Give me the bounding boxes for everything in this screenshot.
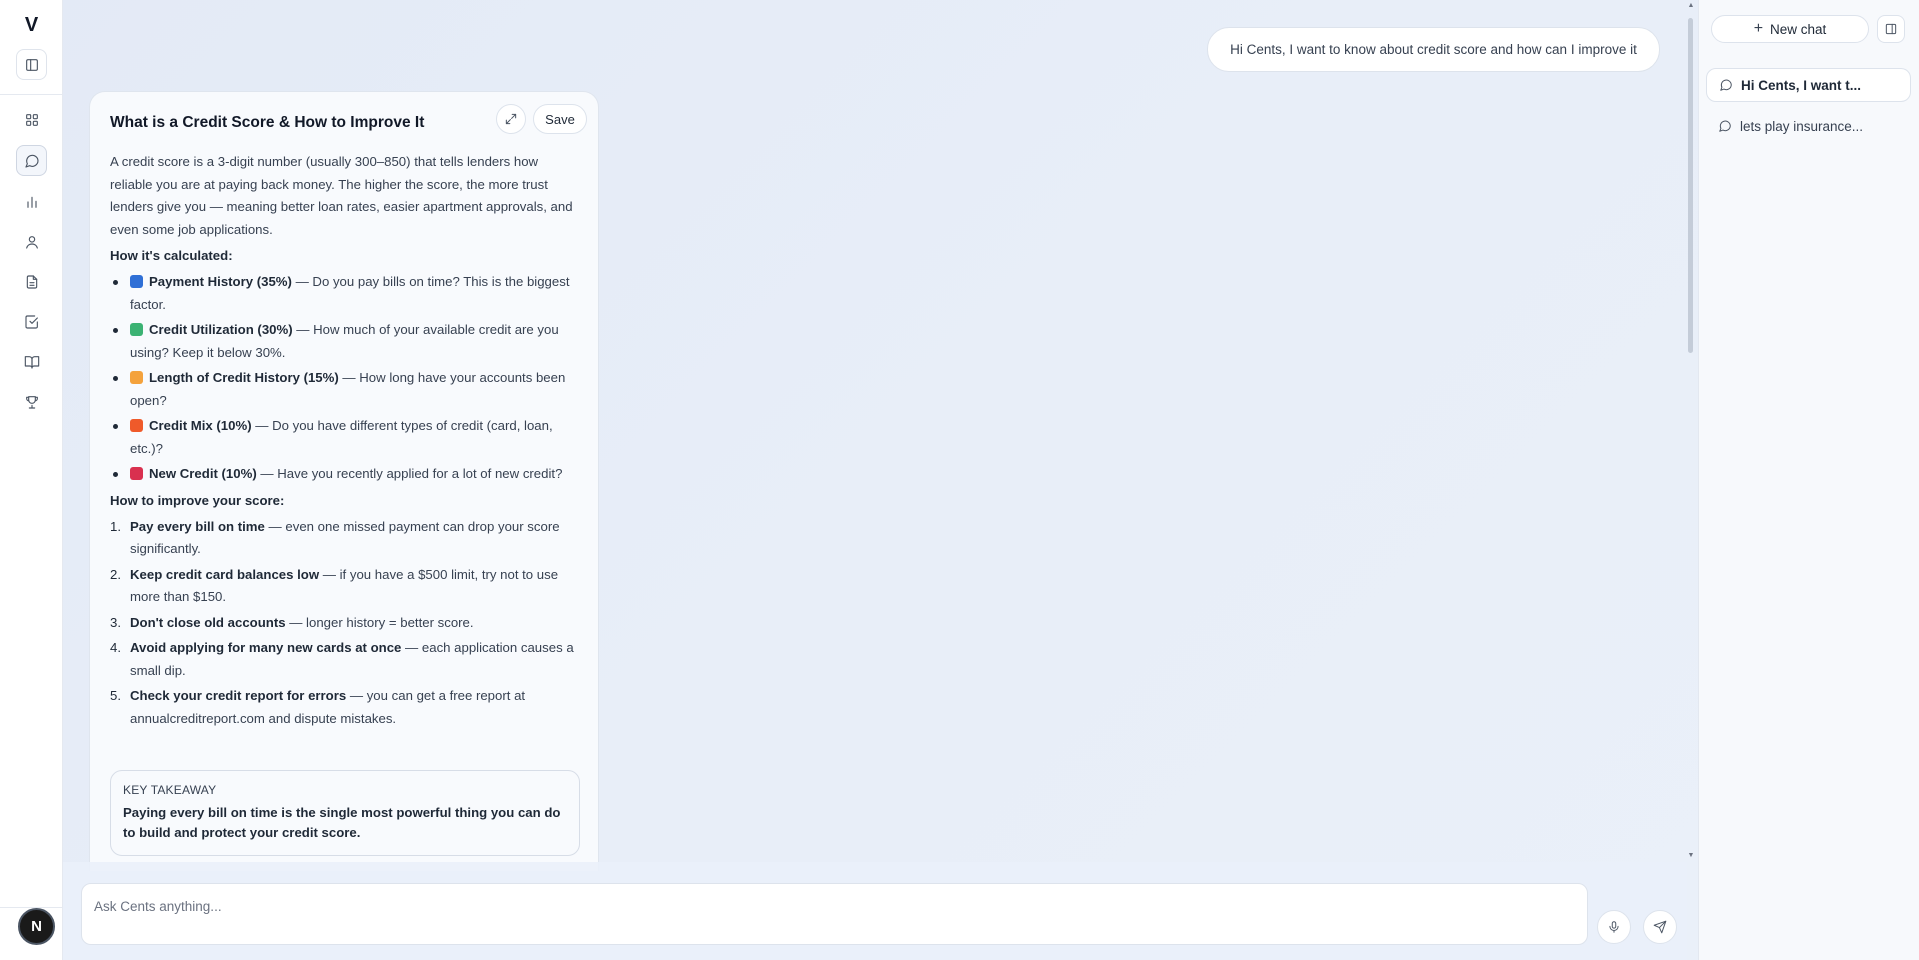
green-square-icon [130, 323, 143, 336]
improve-heading: How to improve your score: [110, 492, 285, 508]
takeaway-label: KEY TAKEAWAY [123, 783, 217, 797]
sidebar-toggle-button[interactable] [16, 49, 47, 80]
maximize-icon [505, 113, 517, 125]
file-text-icon [26, 274, 37, 289]
trophy-icon [25, 395, 38, 409]
scroll-up-arrow-icon[interactable]: ▲ [1687, 2, 1695, 9]
step-title: Keep credit card balances low [130, 566, 320, 582]
step-title: Avoid applying for many new cards at onc… [130, 640, 402, 655]
collapse-panel-button[interactable] [1877, 15, 1905, 43]
card-body: A credit score is a 3-digit number (usua… [110, 151, 580, 733]
grid-icon [25, 113, 38, 126]
app-logo[interactable]: V [0, 14, 63, 37]
tasks-nav-button[interactable] [16, 306, 47, 337]
scroll-thumb[interactable] [1688, 18, 1693, 353]
chat-history-item[interactable]: lets play insurance... [1706, 109, 1911, 143]
check-square-icon [24, 314, 38, 329]
user-avatar[interactable]: N [18, 908, 55, 945]
microphone-icon [1609, 921, 1619, 933]
list-item: 5. Check your credit report for errors — … [110, 685, 580, 730]
list-item: 2. Keep credit card balances low — if you… [110, 564, 580, 609]
step-number: 5. [110, 688, 121, 703]
list-item: 1. Pay every bill on time — even one miss… [110, 516, 580, 561]
key-takeaway-box: KEY TAKEAWAY Paying every bill on time i… [110, 770, 580, 856]
list-item: Credit Utilization (30%) — How much of y… [110, 319, 580, 364]
red-orange-square-icon [130, 419, 143, 432]
step-title: Check your credit report for errors [130, 688, 347, 703]
expand-button[interactable] [496, 104, 526, 134]
takeaway-text: Paying every bill on time is the single … [123, 805, 561, 840]
list-item: 4. Avoid applying for many new cards at o… [110, 637, 580, 682]
left-rail: V N [0, 0, 63, 960]
message-circle-icon [24, 154, 39, 168]
send-icon [1653, 920, 1667, 934]
factor-name: Length of Credit History (15%) [149, 370, 339, 385]
list-item: Credit Mix (10%) — Do you have different… [110, 415, 580, 460]
red-square-icon [130, 467, 143, 480]
chat-scrollbar[interactable]: ▲ ▼ [1686, 0, 1696, 862]
step-number: 3. [110, 614, 121, 630]
list-item: Length of Credit History (15%) — How lon… [110, 367, 580, 412]
step-desc: — longer history = better score. [285, 614, 474, 630]
new-chat-button[interactable]: + New chat [1711, 15, 1869, 43]
dashboard-nav-button[interactable] [16, 104, 47, 135]
message-circle-icon [1719, 120, 1731, 132]
card-title: What is a Credit Score & How to Improve … [110, 114, 425, 131]
steps-list: 1. Pay every bill on time — even one miss… [110, 516, 580, 731]
new-chat-label: New chat [1770, 21, 1827, 37]
chat-history-panel: + New chat Hi Cents, I want t... lets pl… [1698, 0, 1919, 960]
calc-heading: How it's calculated: [110, 248, 233, 263]
message-input[interactable] [94, 896, 1574, 916]
factor-desc: — Have you recently applied for a lot of… [256, 466, 563, 481]
factor-name: New Credit (10%) [149, 466, 257, 481]
step-number: 1. [110, 518, 121, 534]
chat-history-item[interactable]: Hi Cents, I want t... [1706, 68, 1911, 102]
profile-nav-button[interactable] [16, 226, 47, 257]
learn-nav-button[interactable] [16, 346, 47, 377]
user-message-bubble: Hi Cents, I want to know about credit sc… [1207, 27, 1660, 72]
bar-chart-icon [26, 196, 37, 208]
scroll-down-arrow-icon[interactable]: ▼ [1687, 852, 1695, 859]
panel-left-icon [25, 58, 38, 71]
analytics-nav-button[interactable] [16, 186, 47, 217]
list-item: 3. Don't close old accounts — longer hist… [110, 612, 580, 635]
book-open-icon [24, 355, 39, 369]
save-button[interactable]: Save [533, 104, 587, 134]
step-number: 2. [110, 566, 121, 582]
message-circle-icon [1720, 79, 1732, 91]
step-title: Don't close old accounts [130, 614, 286, 630]
step-title: Pay every bill on time [130, 518, 265, 534]
panel-right-icon [1885, 23, 1897, 35]
list-item: New Credit (10%) — Have you recently app… [110, 463, 580, 486]
chat-nav-button[interactable] [16, 145, 47, 176]
chat-history-label: lets play insurance... [1740, 118, 1864, 134]
send-button[interactable] [1643, 910, 1677, 944]
plus-icon: + [1753, 20, 1764, 37]
step-number: 4. [110, 640, 121, 655]
factor-name: Credit Mix (10%) [149, 418, 252, 433]
intro-paragraph: A credit score is a 3-digit number (usua… [110, 154, 573, 237]
chat-history-label: Hi Cents, I want t... [1741, 77, 1862, 93]
factor-name: Payment History (35%) [149, 274, 292, 289]
list-item: Payment History (35%) — Do you pay bills… [110, 271, 580, 316]
rail-divider [0, 94, 63, 95]
composer-box [81, 883, 1588, 945]
user-icon [25, 235, 38, 249]
documents-nav-button[interactable] [16, 266, 47, 297]
factor-list: Payment History (35%) — Do you pay bills… [110, 271, 580, 486]
factor-name: Credit Utilization (30%) [149, 322, 293, 337]
orange-square-icon [130, 371, 143, 384]
microphone-button[interactable] [1597, 910, 1631, 944]
achievements-nav-button[interactable] [16, 386, 47, 417]
response-card: What is a Credit Score & How to Improve … [89, 91, 599, 871]
blue-square-icon [130, 275, 143, 288]
